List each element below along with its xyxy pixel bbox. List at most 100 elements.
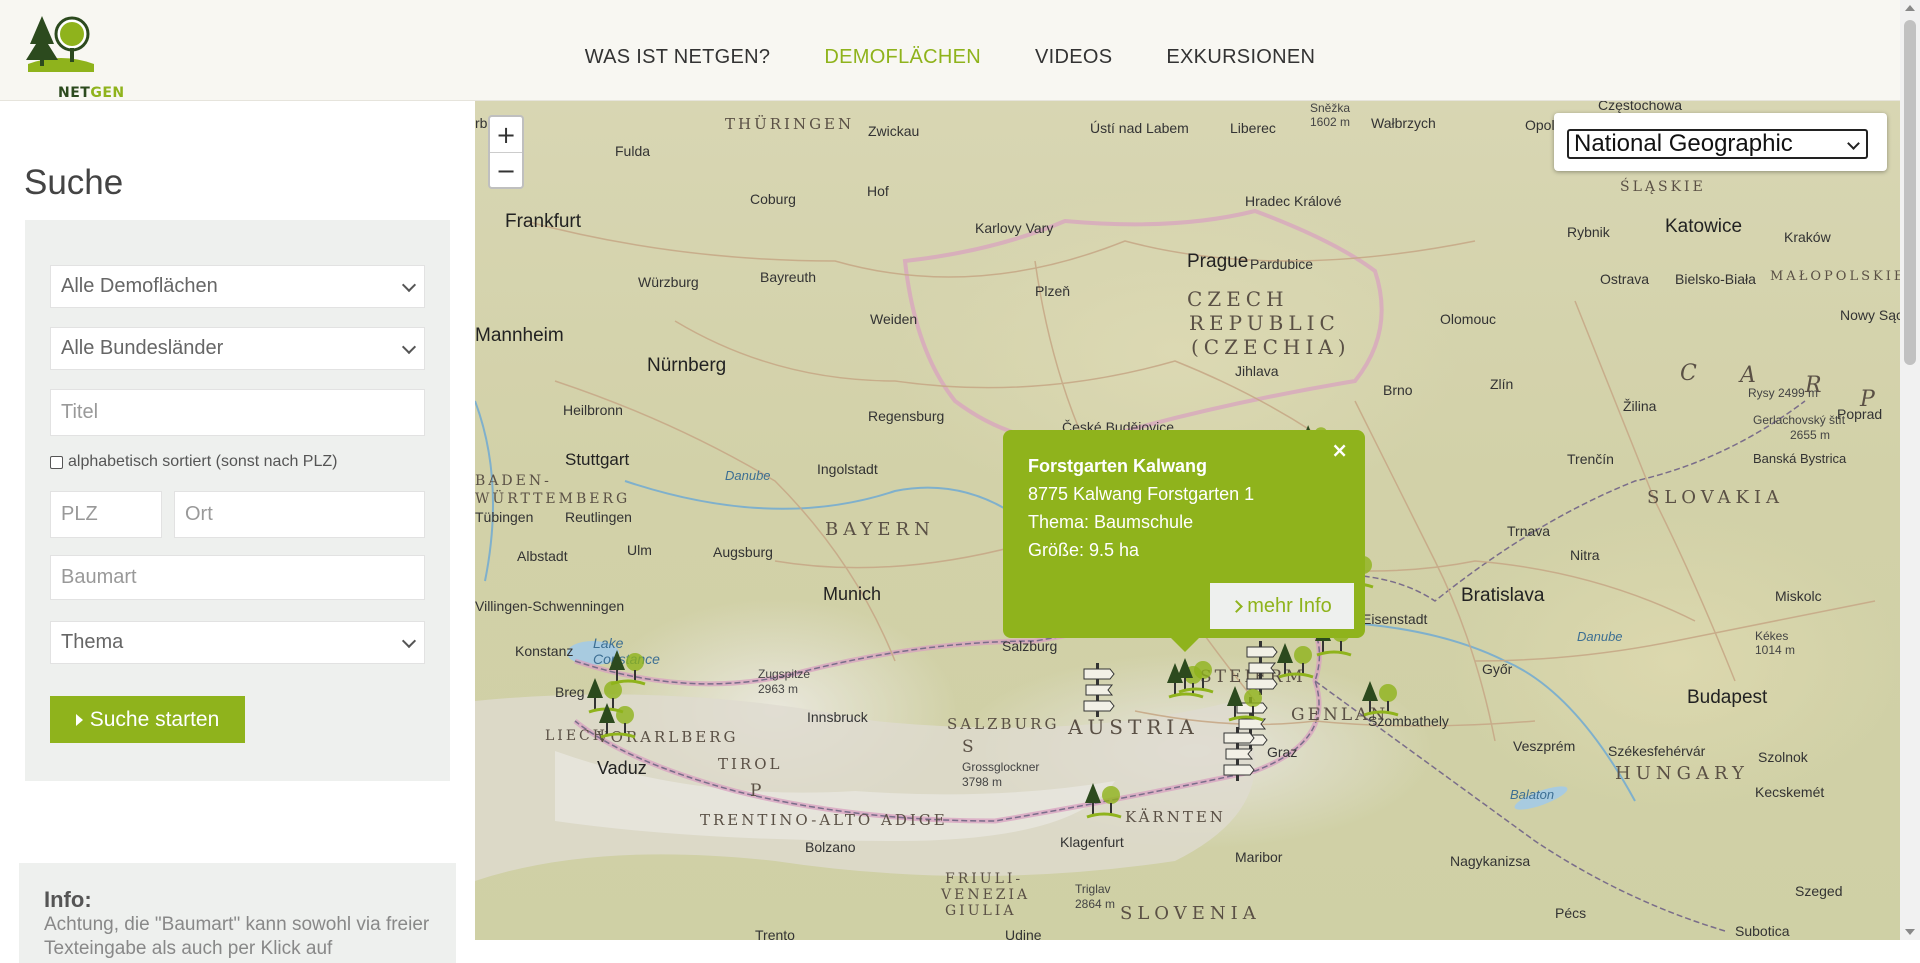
map-label: Bolzano [805, 839, 856, 855]
map-label: Udine [1005, 927, 1042, 940]
map-label: ŚLĄSKIE [1620, 179, 1706, 195]
nav-was-ist-netgen[interactable]: WAS IST NETGEN? [585, 46, 771, 69]
map-label: Munich [823, 584, 882, 604]
search-button-label: Suche starten [89, 707, 220, 731]
baumart-placeholder: Baumart [61, 566, 137, 588]
map-label: Zlín [1490, 376, 1514, 392]
map-label: Kecskemét [1755, 784, 1825, 800]
map-label: TIROL [718, 755, 783, 773]
map-label: Częstochowa [1598, 101, 1683, 113]
map-label: Budapest [1687, 687, 1768, 708]
map-label: Karlovy Vary [975, 220, 1054, 236]
map-label: Kraków [1784, 229, 1831, 245]
map-label: Bayreuth [760, 269, 817, 285]
popup-thema: Thema: Baumschule [1028, 512, 1194, 532]
sort-checkbox-row[interactable]: alphabetisch sortiert (sonst nach PLZ) [50, 453, 337, 471]
zoom-out-button[interactable]: − [490, 153, 522, 188]
map-label: Rybnik [1567, 224, 1610, 240]
close-icon[interactable]: × [1331, 438, 1348, 462]
map-label: Opol [1525, 117, 1555, 133]
basemap-select[interactable]: National Geographic [1567, 129, 1868, 159]
map-label: Ústí nad Labem [1090, 120, 1189, 136]
map-label: Bratislava [1461, 585, 1545, 606]
map-label: Weiden [870, 311, 918, 327]
map-label: Zwickau [868, 123, 920, 139]
map-label: Danube [725, 468, 771, 483]
signpost-marker[interactable] [1220, 727, 1256, 781]
demo-site-marker[interactable] [1360, 679, 1402, 719]
map-label: Frankfurt [505, 211, 582, 232]
map-label: (CZECHIA) [1191, 335, 1351, 359]
layer-switcher: National Geographic [1554, 113, 1887, 171]
map-label: 3798 m [962, 775, 1003, 789]
map-label: Miskolc [1775, 588, 1822, 604]
map-label: 1602 m [1310, 115, 1351, 129]
nav-exkursionen[interactable]: EXKURSIONEN [1166, 46, 1315, 69]
scroll-down-arrow-icon[interactable] [1905, 929, 1915, 935]
map-label: KÄRNTEN [1125, 808, 1226, 826]
zoom-control: + − [488, 115, 524, 189]
map-label: Hof [867, 183, 889, 199]
logo-text: NETGEN [58, 85, 125, 101]
scroll-up-arrow-icon[interactable] [1905, 5, 1915, 11]
page-scrollbar[interactable] [1900, 0, 1920, 940]
map-label: Nowy Sącz [1840, 307, 1900, 323]
demo-site-marker[interactable] [1225, 684, 1267, 724]
demoflaechen-select[interactable]: Alle Demoflächen [50, 265, 425, 308]
map-label: Szolnok [1758, 749, 1808, 765]
plz-input[interactable]: PLZ [50, 491, 162, 538]
nav-videos[interactable]: VIDEOS [1035, 46, 1112, 69]
demo-site-marker[interactable] [1275, 641, 1317, 681]
ort-input[interactable]: Ort [174, 491, 425, 538]
map-label: Subotica [1735, 923, 1790, 939]
nav-demoflaechen[interactable]: DEMOFLÄCHEN [824, 46, 981, 69]
zoom-in-button[interactable]: + [490, 117, 522, 153]
demo-site-marker[interactable] [1175, 656, 1217, 696]
map-label: R [1805, 373, 1825, 398]
demo-site-marker[interactable] [597, 701, 639, 741]
search-button[interactable]: Suche starten [50, 696, 245, 743]
site-header: NETGEN WAS IST NETGEN? DEMOFLÄCHEN VIDEO… [0, 0, 1900, 101]
map-label: Vaduz [597, 758, 647, 778]
sort-checkbox[interactable] [50, 455, 63, 469]
map-label: Pécs [1555, 905, 1587, 921]
chevron-down-icon [1847, 137, 1860, 150]
map-label: SLOVENIA [1120, 903, 1261, 924]
map-label: Reutlingen [565, 509, 632, 525]
map-label: Eisenstadt [1362, 611, 1428, 627]
map-label: Salzburg [1002, 638, 1058, 654]
map-label: Konstanz [515, 643, 574, 659]
map-label: Regensburg [868, 408, 945, 424]
popup-size: Größe: 9.5 ha [1028, 540, 1140, 560]
map-label: Grossglockner [962, 760, 1040, 774]
map-label: Balaton [1510, 787, 1555, 802]
map-label: C [1680, 361, 1700, 386]
map-label: Liberec [1230, 120, 1276, 136]
map-label: S [962, 737, 977, 757]
map-label: FRIULI- [945, 871, 1024, 887]
map-label: Innsbruck [807, 709, 868, 725]
map-label: Nagykanizsa [1450, 853, 1531, 869]
map-label: Szeged [1795, 883, 1843, 899]
map-label: Nürnberg [647, 355, 727, 376]
map-label: Hradec Králové [1245, 193, 1342, 209]
thema-select[interactable]: Thema [50, 621, 425, 664]
map-label: Jihlava [1235, 363, 1279, 379]
map-label: MAŁOPOLSKIE [1770, 269, 1900, 284]
scrollbar-thumb[interactable] [1904, 20, 1916, 365]
map-label: Wałbrzych [1371, 115, 1436, 131]
map-label: Coburg [750, 191, 796, 207]
map-label: HUNGARY [1615, 763, 1749, 784]
map-label: Villingen-Schwenningen [475, 598, 625, 614]
demo-site-marker[interactable] [1083, 781, 1125, 821]
map-label: Triglav [1075, 882, 1111, 896]
map-label: VENEZIA [941, 887, 1031, 903]
map-label: REPUBLIC [1189, 311, 1340, 335]
bundeslaender-select[interactable]: Alle Bundesländer [50, 327, 425, 370]
titel-input[interactable]: Titel [50, 389, 425, 436]
map-view[interactable]: rburg THÜRINGEN Fulda Zwickau Ústí nad L… [475, 101, 1900, 940]
titel-placeholder: Titel [61, 401, 99, 423]
baumart-input[interactable]: Baumart [50, 555, 425, 600]
signpost-marker[interactable] [1080, 663, 1116, 717]
more-info-button[interactable]: mehr Info [1210, 583, 1354, 629]
